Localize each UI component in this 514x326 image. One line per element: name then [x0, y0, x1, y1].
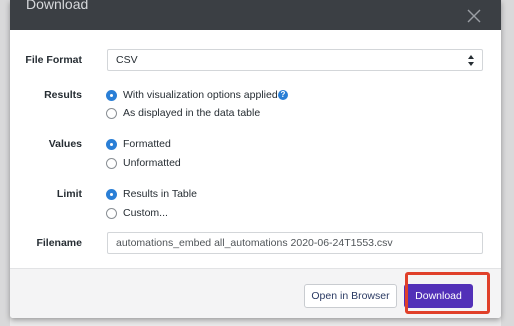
help-icon[interactable]: ? [278, 90, 288, 100]
modal-header: Download [10, 0, 501, 30]
limit-custom-label[interactable]: Custom... [123, 207, 168, 219]
limit-results-in-table-label[interactable]: Results in Table [123, 188, 197, 200]
limit-custom-radio[interactable] [106, 208, 117, 219]
results-label: Results [44, 89, 82, 101]
close-icon[interactable] [466, 8, 482, 24]
limit-label: Limit [56, 188, 82, 200]
limit-results-in-table-radio[interactable] [106, 189, 117, 200]
backdrop-left [0, 0, 10, 326]
filename-label: Filename [36, 237, 82, 249]
filename-input[interactable]: automations_embed all_automations 2020-0… [107, 232, 483, 254]
select-caret-icon [468, 55, 474, 66]
values-unformatted-radio[interactable] [106, 158, 117, 169]
filename-value: automations_embed all_automations 2020-0… [116, 237, 393, 249]
file-format-label: File Format [25, 54, 82, 66]
results-data-table-radio[interactable] [106, 108, 117, 119]
open-in-browser-button[interactable]: Open in Browser [304, 284, 397, 308]
values-formatted-radio[interactable] [106, 139, 117, 150]
modal-title: Download [26, 0, 89, 12]
file-format-select[interactable]: CSV [107, 49, 483, 71]
results-data-table-label[interactable]: As displayed in the data table [123, 107, 260, 119]
results-visualization-radio[interactable] [106, 90, 117, 101]
values-unformatted-label[interactable]: Unformatted [123, 157, 181, 169]
values-label: Values [48, 138, 82, 150]
download-modal: Download File Format CSV Results With vi… [10, 0, 501, 318]
values-formatted-label[interactable]: Formatted [123, 138, 171, 150]
backdrop-right [501, 0, 514, 326]
results-visualization-label[interactable]: With visualization options applied [123, 89, 278, 101]
download-highlight-box [405, 272, 490, 314]
file-format-value: CSV [116, 54, 138, 66]
